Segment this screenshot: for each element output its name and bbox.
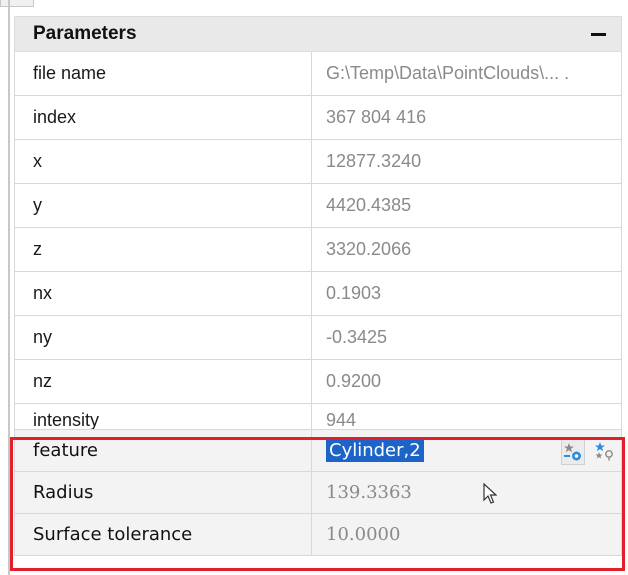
property-label: Radius bbox=[14, 472, 312, 513]
property-row-nz[interactable]: nz 0.9200 bbox=[14, 360, 622, 404]
property-row-surface-tolerance[interactable]: Surface tolerance 10.0000 bbox=[14, 514, 622, 556]
parameters-title: Parameters bbox=[33, 23, 137, 44]
property-row-intensity[interactable]: intensity 944 bbox=[14, 404, 622, 430]
star-settings-icon bbox=[564, 443, 581, 461]
property-label: nz bbox=[14, 360, 312, 403]
property-label: Surface tolerance bbox=[14, 514, 312, 555]
property-row-file-name[interactable]: file name G:\Temp\Data\PointClouds\... . bbox=[14, 52, 622, 96]
property-row-ny[interactable]: ny -0.3425 bbox=[14, 316, 622, 360]
property-value[interactable]: 12877.3240 bbox=[312, 140, 622, 183]
window-left-edge bbox=[8, 0, 10, 575]
property-label: nx bbox=[14, 272, 312, 315]
feature-group: feature Cylinder,2 Radius 139.3363 Surfa… bbox=[14, 430, 622, 556]
property-value[interactable]: 0.1903 bbox=[312, 272, 622, 315]
property-value[interactable]: 139.3363 bbox=[312, 472, 622, 513]
property-row-feature[interactable]: feature Cylinder,2 bbox=[14, 430, 622, 472]
property-value[interactable]: G:\Temp\Data\PointClouds\... . bbox=[312, 52, 622, 95]
minus-icon bbox=[590, 32, 606, 36]
property-value[interactable]: -0.3425 bbox=[312, 316, 622, 359]
property-value[interactable]: 4420.4385 bbox=[312, 184, 622, 227]
property-value[interactable]: 0.9200 bbox=[312, 360, 622, 403]
property-label: x bbox=[14, 140, 312, 183]
property-value[interactable]: 3320.2066 bbox=[312, 228, 622, 271]
property-row-nx[interactable]: nx 0.1903 bbox=[14, 272, 622, 316]
feature-pin-button[interactable] bbox=[593, 439, 615, 463]
property-label: feature bbox=[14, 430, 312, 471]
parameters-panel: Parameters file name G:\Temp\Data\PointC… bbox=[14, 16, 622, 556]
property-label: ny bbox=[14, 316, 312, 359]
feature-value-field[interactable]: Cylinder,2 bbox=[312, 430, 622, 471]
property-label: intensity bbox=[14, 404, 312, 429]
top-tab-edge bbox=[0, 0, 34, 7]
property-row-x[interactable]: x 12877.3240 bbox=[14, 140, 622, 184]
property-label: index bbox=[14, 96, 312, 139]
feature-settings-button[interactable] bbox=[561, 439, 585, 465]
property-label: file name bbox=[14, 52, 312, 95]
property-value[interactable]: 944 bbox=[312, 404, 622, 429]
property-row-radius[interactable]: Radius 139.3363 bbox=[14, 472, 622, 514]
collapse-button[interactable] bbox=[589, 25, 607, 43]
property-label: z bbox=[14, 228, 312, 271]
properties-window: Parameters file name G:\Temp\Data\PointC… bbox=[0, 0, 628, 575]
property-value[interactable]: 367 804 416 bbox=[312, 96, 622, 139]
property-row-z[interactable]: z 3320.2066 bbox=[14, 228, 622, 272]
star-pin-icon bbox=[595, 442, 613, 461]
property-label: y bbox=[14, 184, 312, 227]
feature-selected-text[interactable]: Cylinder,2 bbox=[326, 439, 424, 462]
parameters-header[interactable]: Parameters bbox=[14, 16, 622, 52]
property-value[interactable]: 10.0000 bbox=[312, 514, 622, 555]
property-row-y[interactable]: y 4420.4385 bbox=[14, 184, 622, 228]
property-row-index[interactable]: index 367 804 416 bbox=[14, 96, 622, 140]
